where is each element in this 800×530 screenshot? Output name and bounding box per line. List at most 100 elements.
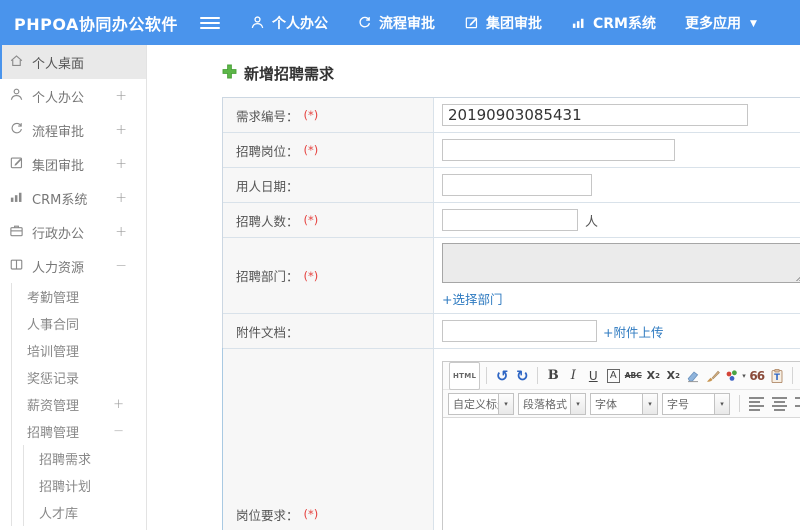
- align-left-icon[interactable]: [749, 396, 764, 411]
- nav-personal-office[interactable]: 个人办公: [250, 13, 328, 33]
- font-family-select[interactable]: 字体 ▾: [590, 392, 658, 415]
- brush-icon[interactable]: [704, 366, 722, 386]
- align-right-icon[interactable]: [795, 396, 800, 411]
- sidebar-item-attendance[interactable]: 考勤管理: [12, 283, 146, 310]
- form-row-headcount: 招聘人数： (*) 人: [223, 203, 800, 238]
- paragraph-format-select[interactable]: 段落格式 ▾: [518, 392, 586, 415]
- home-icon: [9, 53, 32, 72]
- chart-icon: [9, 189, 32, 208]
- demand-no-input[interactable]: [442, 104, 748, 126]
- form-row-department: 招聘部门： (*) +选择部门: [223, 238, 800, 314]
- form-row-hire-date: 用人日期：: [223, 168, 800, 203]
- chart-icon: [571, 15, 586, 30]
- department-textarea: [442, 243, 800, 283]
- field-label: 需求编号：: [236, 108, 299, 124]
- headcount-input[interactable]: [442, 209, 578, 231]
- bold-button[interactable]: B: [544, 366, 562, 386]
- user-icon: [9, 87, 32, 106]
- font-border-button[interactable]: A: [604, 366, 622, 386]
- sidebar-item-recruit-plan[interactable]: 招聘计划: [24, 472, 146, 499]
- app-window: PHPOA协同办公软件 个人办公 流程审批 集团审批 CRM系统 更多应用 ▼ …: [0, 0, 800, 530]
- expand-plus-icon[interactable]: +: [115, 88, 127, 104]
- heading-select[interactable]: 自定义标题▾: [448, 392, 514, 415]
- nav-crm-system[interactable]: CRM系统: [571, 13, 656, 33]
- recruitment-submenu: 招聘需求 招聘计划 人才库: [23, 445, 146, 526]
- eraser-icon[interactable]: [684, 366, 702, 386]
- main-content: 新增招聘需求 需求编号： (*) 招聘岗位： (*) 用人日期：: [147, 45, 800, 530]
- sidebar-item-group-approval[interactable]: 集团审批 +: [0, 147, 146, 181]
- field-label: 附件文档：: [236, 324, 299, 340]
- field-label: 招聘人数：: [236, 213, 299, 229]
- sidebar-item-hr-contract[interactable]: 人事合同: [12, 310, 146, 337]
- form-row-demand-no: 需求编号： (*): [223, 98, 800, 133]
- sidebar-item-recruit-demand[interactable]: 招聘需求: [24, 445, 146, 472]
- form-row-attachment: 附件文档： +附件上传: [223, 314, 800, 349]
- edit-icon: [464, 15, 479, 30]
- superscript-button[interactable]: X2: [644, 366, 662, 386]
- expand-plus-icon[interactable]: +: [113, 397, 124, 412]
- caret-down-icon: ▾: [742, 371, 746, 380]
- add-icon: [222, 64, 237, 83]
- sidebar-item-recruitment[interactable]: 招聘管理 −: [12, 418, 146, 445]
- nav-workflow-approval[interactable]: 流程审批: [357, 13, 435, 33]
- redo-icon[interactable]: ↻: [513, 366, 531, 386]
- caret-down-icon: ▾: [570, 393, 585, 414]
- expand-plus-icon[interactable]: +: [115, 156, 127, 172]
- field-label: 用人日期：: [236, 178, 299, 194]
- svg-text:T: T: [774, 373, 780, 383]
- sidebar-item-training[interactable]: 培训管理: [12, 337, 146, 364]
- sidebar-item-admin-office[interactable]: 行政办公 +: [0, 215, 146, 249]
- hire-date-input[interactable]: [442, 174, 592, 196]
- briefcase-icon: [9, 223, 32, 242]
- sidebar-item-salary[interactable]: 薪资管理 +: [12, 391, 146, 418]
- html-source-button[interactable]: HTML: [449, 361, 481, 390]
- caret-down-icon: ▾: [642, 393, 657, 414]
- sidebar-item-rewards[interactable]: 奖惩记录: [12, 364, 146, 391]
- rich-text-editor: HTML ↺ ↻ B I U A ABC X2 X 2 ▾ 66 T 自定义标 …: [442, 361, 800, 530]
- undo-icon[interactable]: ↺: [493, 366, 511, 386]
- resize-handle-icon[interactable]: [795, 272, 800, 281]
- font-size-select[interactable]: 字号 ▾: [662, 392, 730, 415]
- hr-submenu: 考勤管理 人事合同 培训管理 奖惩记录 薪资管理 + 招聘管理 − 招聘需求 招聘计…: [11, 283, 146, 526]
- collapse-minus-icon[interactable]: −: [113, 424, 124, 439]
- italic-button[interactable]: I: [564, 366, 582, 386]
- field-label: 招聘部门：: [236, 269, 299, 284]
- nav-more-apps[interactable]: 更多应用: [685, 13, 741, 33]
- required-mark: (*): [303, 213, 319, 227]
- form-row-requirements: 岗位要求： (*) HTML ↺ ↻ B I U A ABC X 2 X 2 ▾…: [222, 348, 800, 530]
- align-center-icon[interactable]: [772, 396, 787, 411]
- editor-content-area[interactable]: [443, 418, 800, 530]
- hamburger-icon[interactable]: [200, 16, 220, 29]
- attachment-upload-link[interactable]: +附件上传: [603, 322, 663, 341]
- sidebar-item-personal-office[interactable]: 个人办公 +: [0, 79, 146, 113]
- select-department-link[interactable]: +选择部门: [442, 289, 502, 308]
- underline-button[interactable]: U: [584, 366, 602, 386]
- paste-icon[interactable]: T: [768, 366, 786, 386]
- blockquote-button[interactable]: 66: [748, 366, 766, 386]
- nav-group-approval[interactable]: 集团审批: [464, 13, 542, 33]
- palette-icon[interactable]: ▾: [724, 366, 746, 386]
- caret-down-icon: ▾: [498, 393, 513, 414]
- recruitment-form: 需求编号： (*) 招聘岗位： (*) 用人日期：: [222, 97, 800, 530]
- required-mark: (*): [303, 143, 319, 157]
- caret-down-icon[interactable]: ▼: [750, 19, 757, 29]
- app-logo: PHPOA协同办公软件: [14, 14, 178, 34]
- subscript-button[interactable]: X2: [664, 366, 682, 386]
- sidebar-item-human-resources[interactable]: 人力资源 −: [0, 249, 146, 283]
- expand-plus-icon[interactable]: +: [115, 190, 127, 206]
- expand-plus-icon[interactable]: +: [115, 224, 127, 240]
- sidebar-item-crm-system[interactable]: CRM系统 +: [0, 181, 146, 215]
- sidebar-item-personal-desktop[interactable]: 个人桌面: [0, 45, 146, 79]
- user-icon: [250, 15, 265, 30]
- collapse-minus-icon[interactable]: −: [115, 258, 127, 274]
- sidebar-item-workflow-approval[interactable]: 流程审批 +: [0, 113, 146, 147]
- book-icon: [9, 257, 32, 276]
- sidebar: 个人桌面 个人办公 + 流程审批 + 集团审批 + CRM系统 + 行政办公 +…: [0, 45, 147, 530]
- sidebar-item-talent-pool[interactable]: 人才库: [24, 499, 146, 526]
- expand-plus-icon[interactable]: +: [115, 122, 127, 138]
- top-nav: 个人办公 流程审批 集团审批 CRM系统 更多应用 ▼: [250, 13, 757, 33]
- attachment-input[interactable]: [442, 320, 597, 342]
- field-label: 岗位要求：: [236, 507, 299, 523]
- strikethrough-button[interactable]: ABC: [624, 366, 642, 386]
- position-input[interactable]: [442, 139, 675, 161]
